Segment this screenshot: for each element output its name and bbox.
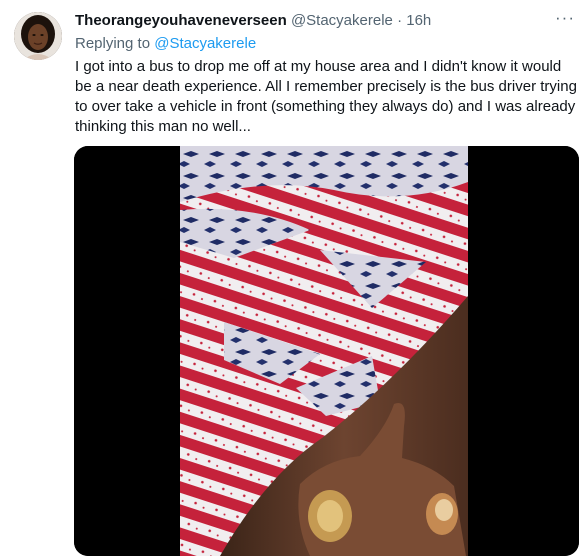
more-horizontal-icon[interactable]: ··· (555, 9, 579, 26)
tweet-header: Theorangeyouhaveneverseen @Stacyakerele … (75, 11, 431, 31)
video-player[interactable] (74, 146, 579, 556)
user-handle[interactable]: @Stacyakerele (291, 12, 393, 29)
tweet[interactable]: Theorangeyouhaveneverseen @Stacyakerele … (0, 0, 583, 556)
replying-to-mention[interactable]: @Stacyakerele (154, 35, 256, 52)
display-name[interactable]: Theorangeyouhaveneverseen (75, 12, 287, 29)
tweet-timestamp[interactable]: 16h (406, 12, 431, 29)
avatar-image (14, 12, 62, 60)
replying-to-label: Replying to (75, 35, 151, 52)
tweet-text: I got into a bus to drop me off at my ho… (75, 58, 577, 135)
video-frame (74, 146, 579, 556)
replying-to: Replying to @Stacyakerele (75, 34, 256, 54)
separator-dot: · (397, 12, 403, 29)
avatar[interactable] (14, 12, 62, 60)
